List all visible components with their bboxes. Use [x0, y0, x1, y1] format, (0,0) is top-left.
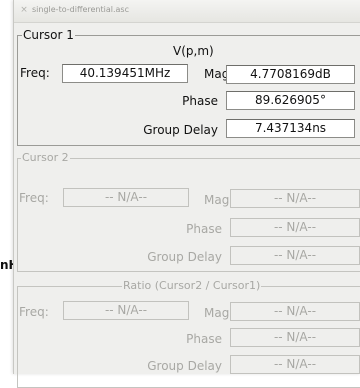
ratio-phase-label: Phase	[186, 332, 222, 346]
window-title: single-to-differential.asc	[32, 5, 129, 14]
cursor2-phase-field[interactable]: -- N/A--	[230, 218, 360, 237]
cursor2-group-delay-field[interactable]: -- N/A--	[230, 246, 360, 265]
cursor-values-window: × single-to-differential.asc Cursor 1 V(…	[13, 0, 360, 388]
ratio-group: Ratio (Cursor2 / Cursor1) Freq: -- N/A--…	[17, 279, 360, 388]
cursor1-group-delay-field[interactable]: 7.437134ns	[226, 119, 355, 138]
cursor2-mag-field[interactable]: -- N/A--	[230, 189, 360, 208]
cursor2-group-delay-label: Group Delay	[147, 250, 222, 264]
cursor1-group-title: Cursor 1	[22, 28, 75, 42]
cursor1-group-delay-label: Group Delay	[143, 123, 218, 137]
cursor2-group-title: Cursor 2	[21, 151, 70, 165]
cursor2-group: Cursor 2 Freq: -- N/A-- Mag: -- N/A-- Ph…	[17, 151, 360, 272]
ratio-mag-label: Mag:	[204, 306, 234, 320]
cursor1-mag-field[interactable]: 4.7708169dB	[226, 65, 355, 84]
ratio-group-delay-label: Group Delay	[147, 359, 222, 373]
cursor2-mag-label: Mag:	[204, 193, 234, 207]
ratio-group-delay-field[interactable]: -- N/A--	[230, 355, 360, 374]
title-bar[interactable]: × single-to-differential.asc	[14, 0, 360, 23]
cursor2-freq-field[interactable]: -- N/A--	[63, 188, 189, 207]
cursor1-group: Cursor 1 V(p,m) Freq: 40.139451MHz Mag: …	[17, 28, 360, 146]
cursor1-freq-field[interactable]: 40.139451MHz	[62, 64, 188, 83]
ratio-group-title: Ratio (Cursor2 / Cursor1)	[122, 279, 262, 293]
cursor1-freq-label: Freq:	[20, 66, 50, 80]
cursor1-phase-label: Phase	[182, 94, 218, 108]
cursor1-phase-field[interactable]: 89.626905°	[226, 91, 355, 110]
cursor2-phase-label: Phase	[186, 222, 222, 236]
ratio-mag-field[interactable]: -- N/A--	[230, 302, 360, 321]
ratio-freq-field[interactable]: -- N/A--	[63, 301, 189, 320]
ratio-phase-field[interactable]: -- N/A--	[230, 328, 360, 347]
ratio-freq-label: Freq:	[19, 305, 49, 319]
cursor1-trace-header: V(p,m)	[173, 44, 214, 58]
close-icon[interactable]: ×	[19, 3, 29, 17]
cursor2-freq-label: Freq:	[19, 191, 49, 205]
